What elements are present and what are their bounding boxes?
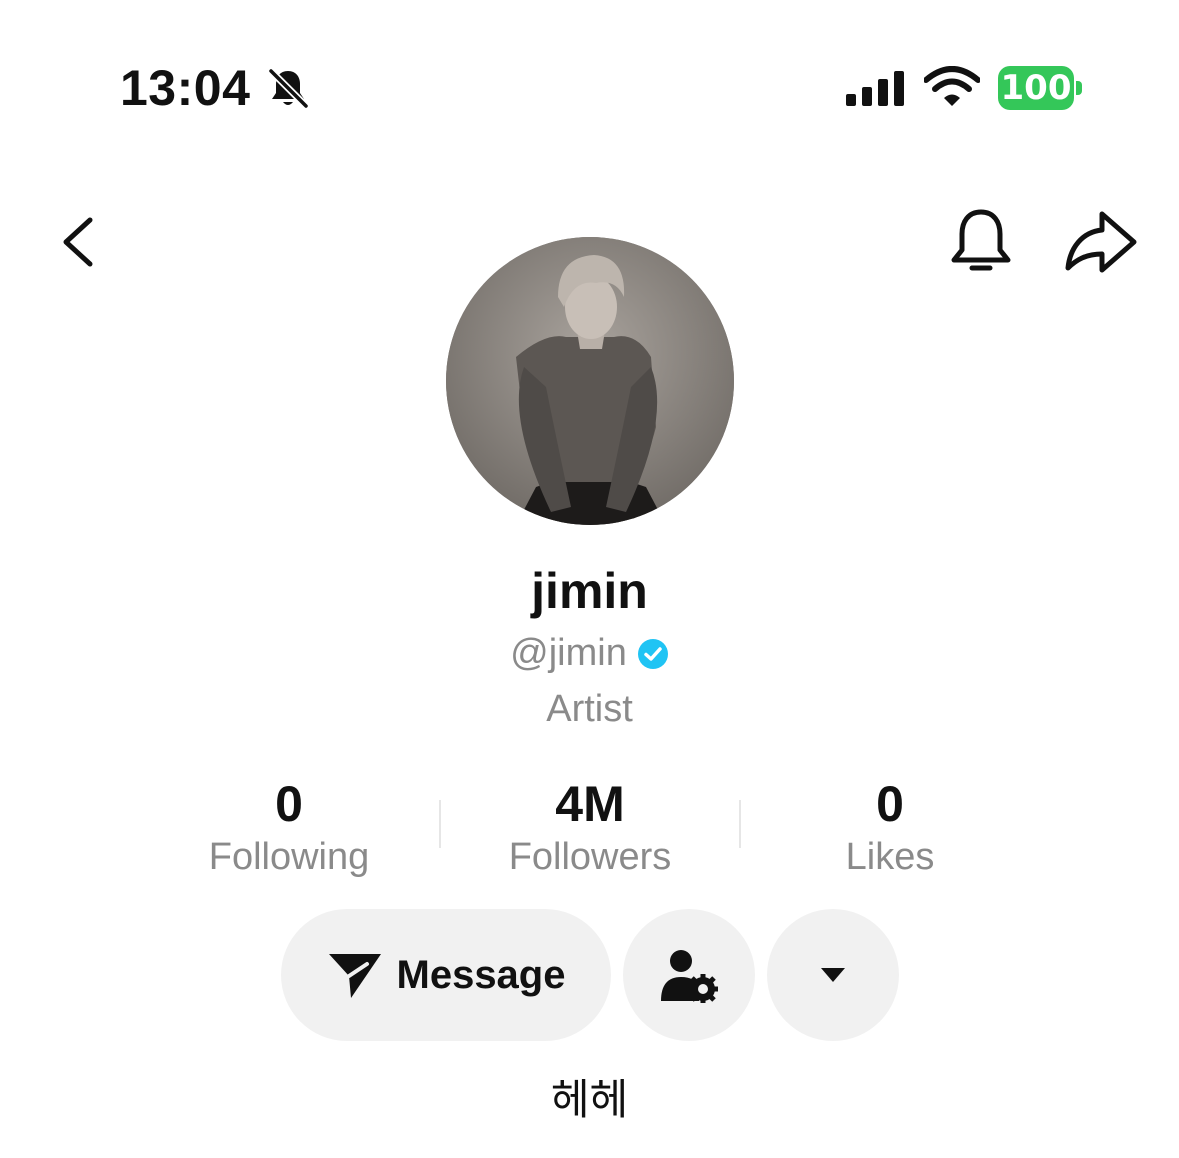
stat-likes-value: 0 — [876, 776, 904, 832]
send-icon — [328, 954, 381, 998]
stat-likes-label: Likes — [845, 836, 935, 878]
verified-badge-icon — [637, 638, 668, 669]
stat-followers-label: Followers — [508, 836, 672, 878]
stat-following[interactable]: 0 Following — [139, 775, 439, 879]
handle-row: @jimin — [0, 632, 1179, 675]
back-chevron-icon[interactable] — [52, 212, 112, 272]
wifi-icon — [924, 66, 980, 106]
caret-down-icon — [821, 968, 845, 982]
bell-slash-icon — [268, 68, 309, 109]
battery-nub — [1076, 81, 1082, 95]
user-settings-icon — [661, 950, 718, 1003]
stat-followers[interactable]: 4M Followers — [440, 775, 740, 879]
avatar-photo — [446, 237, 734, 525]
battery-indicator: 100 — [998, 66, 1074, 110]
profile-category: Artist — [546, 688, 633, 730]
stat-followers-value: 4M — [555, 776, 625, 832]
more-options-button[interactable] — [767, 909, 899, 1041]
cellular-signal-icon — [846, 71, 904, 106]
status-time: 13:04 — [120, 60, 251, 116]
stat-following-value: 0 — [275, 776, 303, 832]
message-button-label: Message — [396, 952, 566, 997]
avatar[interactable] — [446, 237, 734, 525]
bio-text: 헤헤 — [550, 1075, 629, 1124]
handle: @jimin — [510, 632, 627, 674]
stat-following-label: Following — [208, 836, 370, 878]
bell-icon[interactable] — [946, 206, 1016, 280]
friend-settings-button[interactable] — [623, 909, 755, 1041]
message-button[interactable]: Message — [281, 909, 611, 1041]
display-name: jimin — [531, 563, 648, 619]
stat-likes[interactable]: 0 Likes — [740, 775, 1040, 879]
share-arrow-icon[interactable] — [1062, 208, 1138, 276]
